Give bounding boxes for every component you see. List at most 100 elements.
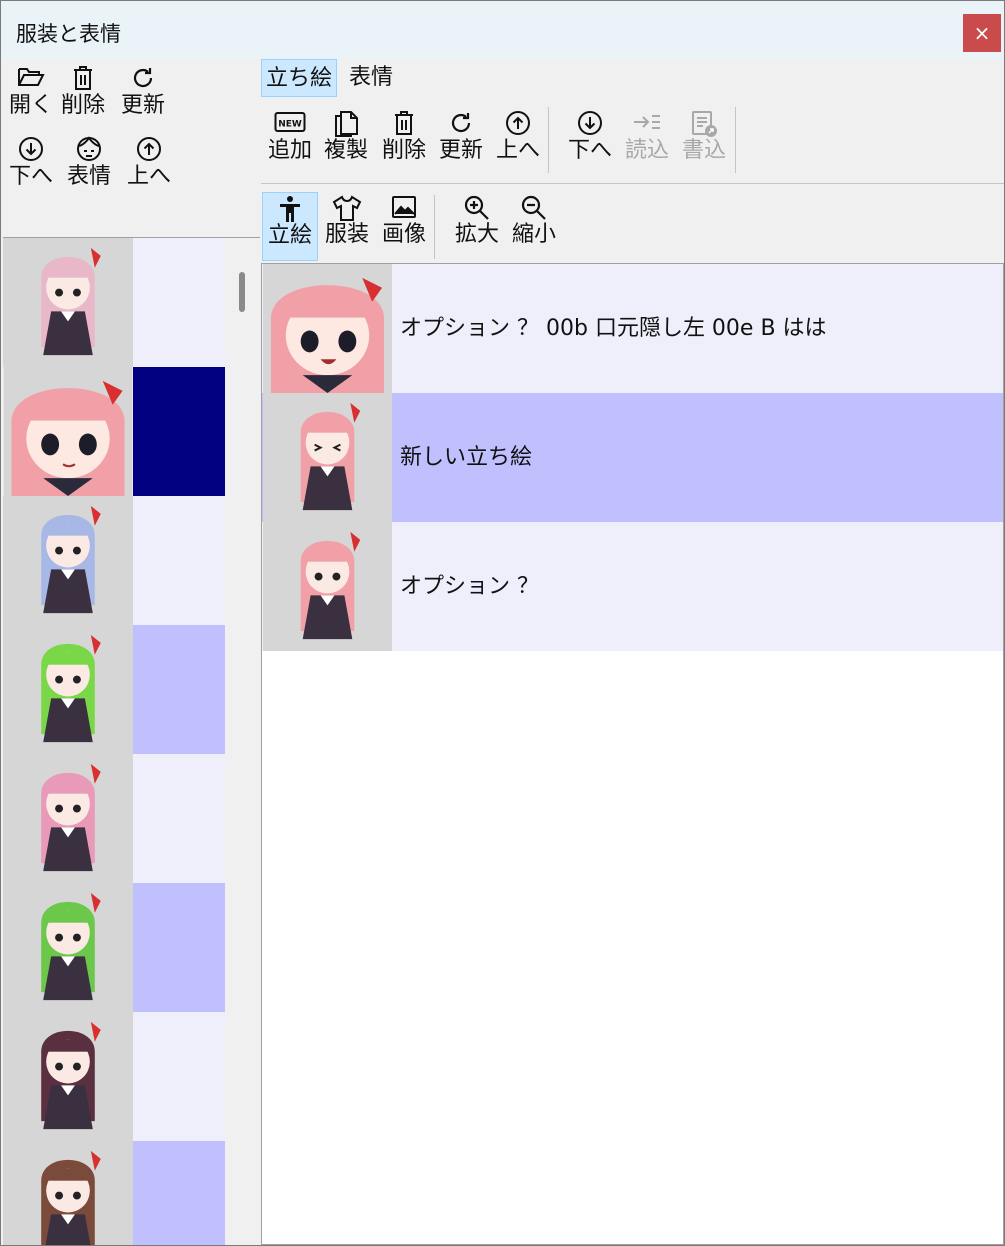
new-badge-icon: NEW <box>263 108 317 138</box>
character-name-cell <box>133 625 225 754</box>
document-export-icon <box>677 108 731 138</box>
delete-label: 削除 <box>381 138 426 163</box>
character-thumbnail <box>3 754 133 883</box>
tab-expression[interactable]: 表情 <box>345 59 403 97</box>
title-bar: 服装と表情 × <box>1 1 1004 59</box>
import-button[interactable]: 読込 <box>620 108 674 164</box>
move-down-button[interactable]: 下へ <box>5 134 57 190</box>
character-list-item[interactable] <box>3 367 225 496</box>
toolbar-separator <box>434 195 435 259</box>
character-thumbnail <box>3 496 133 625</box>
import-label: 読込 <box>624 138 669 163</box>
costume-name: 新しい立ち絵 <box>400 445 533 470</box>
circle-arrow-down-icon <box>563 108 617 138</box>
costume-view-label: 服装 <box>324 222 369 247</box>
costume-list-item[interactable]: オプション ？ 00b 口元隠し左 00e B はは <box>262 264 1003 393</box>
refresh-label: 更新 <box>120 93 165 118</box>
refresh-label: 更新 <box>438 138 483 163</box>
zoom-in-button[interactable]: 拡大 <box>449 192 505 248</box>
refresh-button[interactable]: 更新 <box>117 63 169 119</box>
export-button[interactable]: 書込 <box>677 108 731 164</box>
delete-button[interactable]: 削除 <box>377 108 431 164</box>
expression-label: 表情 <box>66 164 111 189</box>
character-thumbnail <box>3 625 133 754</box>
character-name-cell <box>133 367 225 496</box>
circle-arrow-up-icon <box>123 134 175 164</box>
character-name-cell <box>133 238 225 367</box>
character-name-cell <box>133 496 225 625</box>
move-up-button[interactable]: 上へ <box>491 108 545 164</box>
character-name-cell <box>133 1141 225 1245</box>
character-list-item[interactable] <box>3 496 225 625</box>
character-name-cell <box>133 754 225 883</box>
svg-text:NEW: NEW <box>278 120 302 130</box>
character-list-item[interactable] <box>3 754 225 883</box>
image-view-button[interactable]: 画像 <box>376 192 432 248</box>
toolbar-separator <box>735 107 736 173</box>
move-up-label: 上へ <box>126 164 171 189</box>
duplicate-label: 複製 <box>323 138 368 163</box>
character-list-item[interactable] <box>3 883 225 1012</box>
costume-list-item[interactable]: オプション ？ <box>262 522 1003 651</box>
duplicate-button[interactable]: 複製 <box>319 108 373 164</box>
zoom-in-label: 拡大 <box>454 222 499 247</box>
zoom-out-label: 縮小 <box>511 222 556 247</box>
character-name-cell <box>133 1012 225 1141</box>
delete-label: 削除 <box>60 93 105 118</box>
zoom-out-icon <box>506 192 562 222</box>
standing-view-button[interactable]: 立絵 <box>262 192 318 261</box>
costume-name: オプション ？ <box>400 574 539 599</box>
expression-button[interactable]: 表情 <box>63 134 115 190</box>
add-label: 追加 <box>267 138 312 163</box>
folder-open-icon <box>5 63 57 93</box>
trash-icon <box>57 63 109 93</box>
open-label: 開く <box>8 93 53 118</box>
trash-icon <box>377 108 431 138</box>
move-down-label: 下へ <box>567 138 612 163</box>
scrollbar-thumb[interactable] <box>239 272 245 312</box>
character-thumbnail <box>3 238 133 367</box>
character-name-cell <box>133 883 225 1012</box>
move-down-button[interactable]: 下へ <box>563 108 617 164</box>
open-button[interactable]: 開く <box>5 63 57 119</box>
toolbar-divider <box>261 183 1004 184</box>
import-arrow-icon <box>620 108 674 138</box>
costume-thumbnail <box>263 264 392 393</box>
close-button[interactable]: × <box>963 14 1001 52</box>
costume-thumbnail <box>263 393 392 522</box>
tab-standing[interactable]: 立ち絵 <box>261 59 337 97</box>
face-icon <box>63 134 115 164</box>
character-list-scrollbar[interactable] <box>225 238 260 1245</box>
character-thumbnail <box>3 367 133 496</box>
person-icon <box>263 193 317 223</box>
move-up-button[interactable]: 上へ <box>123 134 175 190</box>
circle-arrow-up-icon <box>491 108 545 138</box>
costume-view-button[interactable]: 服装 <box>319 192 375 248</box>
character-list-item[interactable] <box>3 238 225 367</box>
character-list-item[interactable] <box>3 1141 225 1245</box>
character-list-item[interactable] <box>3 1012 225 1141</box>
costume-thumbnail <box>263 522 392 651</box>
costume-name: オプション ？ 00b 口元隠し左 00e B はは <box>400 316 827 341</box>
costume-list: オプション ？ 00b 口元隠し左 00e B はは 新しい立ち絵 オプション ？ <box>261 263 1004 1245</box>
refresh-icon <box>117 63 169 93</box>
image-view-label: 画像 <box>381 222 426 247</box>
circle-arrow-down-icon <box>5 134 57 164</box>
costume-expression-window: 服装と表情 × 開く 削除 更新 下へ 表情 上へ 立ち絵 表情 NEW 追加 複製 削除 更新上… <box>0 0 1005 1246</box>
copy-icon <box>319 108 373 138</box>
character-thumbnail <box>3 1141 133 1245</box>
character-thumbnail <box>3 883 133 1012</box>
move-up-label: 上へ <box>495 138 540 163</box>
zoom-out-button[interactable]: 縮小 <box>506 192 562 248</box>
character-list-item[interactable] <box>3 625 225 754</box>
refresh-button[interactable]: 更新 <box>434 108 488 164</box>
character-thumbnail <box>3 1012 133 1141</box>
character-list <box>3 237 260 1245</box>
standing-view-label: 立絵 <box>267 223 312 248</box>
delete-button[interactable]: 削除 <box>57 63 109 119</box>
add-button[interactable]: NEW 追加 <box>263 108 317 164</box>
refresh-icon <box>434 108 488 138</box>
image-icon <box>376 192 432 222</box>
costume-list-item[interactable]: 新しい立ち絵 <box>262 393 1003 522</box>
window-title: 服装と表情 <box>16 22 121 46</box>
